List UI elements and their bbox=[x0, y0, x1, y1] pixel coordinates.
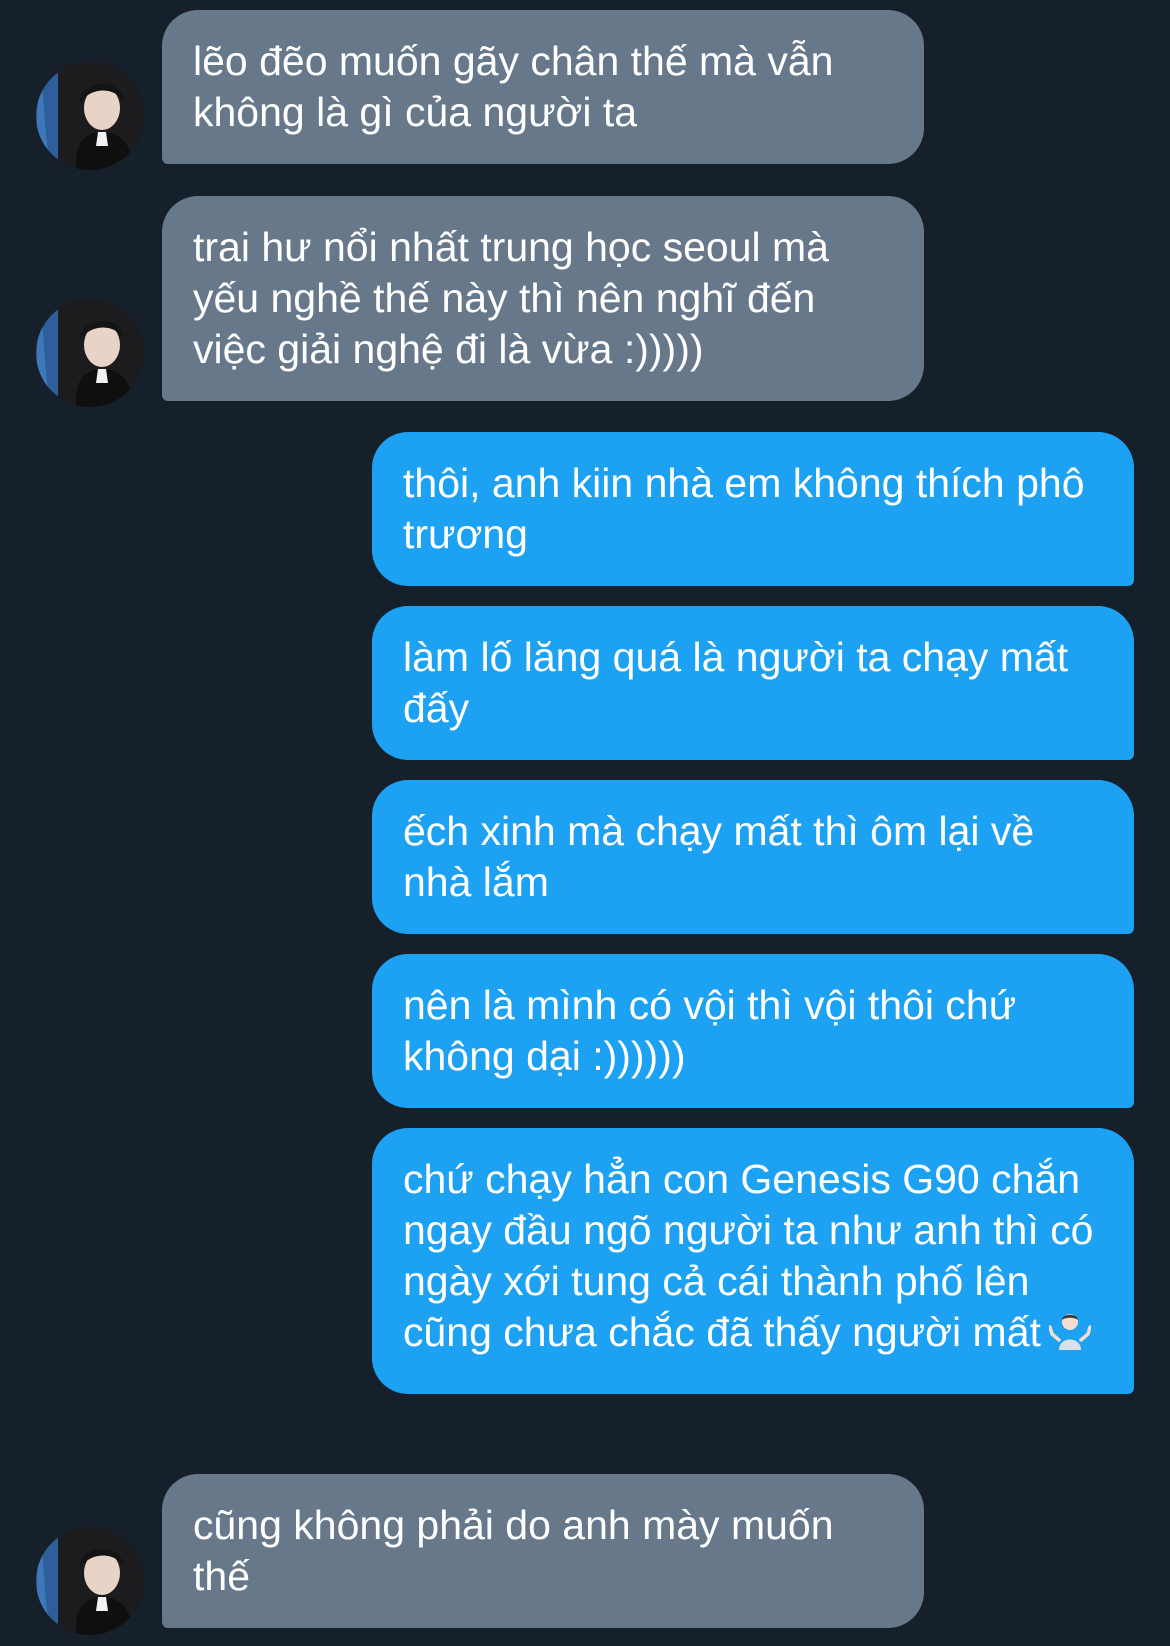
message-text: thôi, anh kiin nhà em không thích phô tr… bbox=[403, 460, 1085, 557]
incoming-message-bubble[interactable]: cũng không phải do anh mày muốn thế bbox=[162, 1474, 924, 1628]
conversation-thread: lẽo đẽo muốn gãy chân thế mà vẫn không l… bbox=[0, 0, 1170, 1646]
outgoing-message-bubble[interactable]: ếch xinh mà chạy mất thì ôm lại về nhà l… bbox=[372, 780, 1134, 934]
outgoing-message-bubble[interactable]: chứ chạy hẳn con Genesis G90 chắn ngay đ… bbox=[372, 1128, 1134, 1394]
message-text: cũng không phải do anh mày muốn thế bbox=[193, 1502, 834, 1599]
message-text: nên là mình có vội thì vội thôi chứ khôn… bbox=[403, 982, 1017, 1079]
incoming-message-bubble[interactable]: lẽo đẽo muốn gãy chân thế mà vẫn không l… bbox=[162, 10, 924, 164]
message-text: ếch xinh mà chạy mất thì ôm lại về nhà l… bbox=[403, 808, 1035, 905]
message-text: chứ chạy hẳn con Genesis G90 chắn ngay đ… bbox=[403, 1156, 1094, 1355]
message-text: làm lố lăng quá là người ta chạy mất đấy bbox=[403, 634, 1069, 731]
message-text: trai hư nổi nhất trung học seoul mà yếu … bbox=[193, 224, 829, 372]
sender-avatar[interactable] bbox=[36, 299, 144, 407]
sender-avatar[interactable] bbox=[36, 62, 144, 170]
outgoing-message-bubble[interactable]: thôi, anh kiin nhà em không thích phô tr… bbox=[372, 432, 1134, 586]
outgoing-message-bubble[interactable]: nên là mình có vội thì vội thôi chứ khôn… bbox=[372, 954, 1134, 1108]
person-shrugging-icon bbox=[1048, 1310, 1092, 1352]
message-text: lẽo đẽo muốn gãy chân thế mà vẫn không l… bbox=[193, 38, 834, 135]
incoming-message-bubble[interactable]: trai hư nổi nhất trung học seoul mà yếu … bbox=[162, 196, 924, 401]
sender-avatar[interactable] bbox=[36, 1527, 144, 1635]
outgoing-message-bubble[interactable]: làm lố lăng quá là người ta chạy mất đấy bbox=[372, 606, 1134, 760]
